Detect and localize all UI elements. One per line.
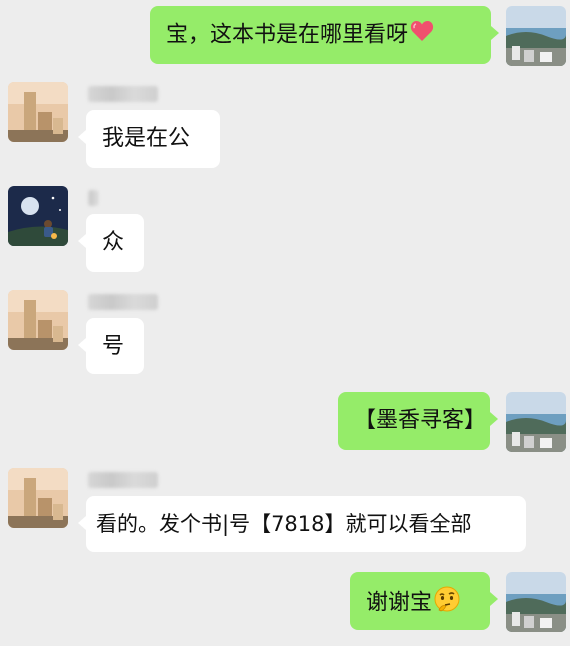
message-bubble-outgoing[interactable]: 【墨香寻客】 <box>338 392 498 450</box>
message-text: 众 <box>102 230 125 255</box>
avatar-contact[interactable] <box>8 468 68 528</box>
contact-name-blurred <box>88 294 158 310</box>
heart-icon <box>410 20 434 51</box>
thinking-face-icon <box>434 586 460 621</box>
contact-name-blurred <box>88 190 98 206</box>
avatar-contact[interactable] <box>8 82 68 142</box>
message-text: 【墨香寻客】 <box>354 408 487 433</box>
message-text: 看的。发个书|号【7818】就可以看全部 <box>96 512 472 536</box>
message-text: 我是在公 <box>102 126 191 151</box>
avatar-self[interactable] <box>506 392 566 452</box>
message-bubble-incoming[interactable]: 众 <box>78 214 144 272</box>
message-bubble-outgoing[interactable]: 宝，这本书是在哪里看呀 <box>150 6 499 64</box>
message-bubble-incoming[interactable]: 我是在公 <box>78 110 220 168</box>
contact-name-blurred <box>88 86 158 102</box>
message-text: 宝，这本书是在哪里看呀 <box>166 22 409 48</box>
avatar-contact-night[interactable] <box>8 186 68 246</box>
contact-name-blurred <box>88 472 158 488</box>
message-bubble-incoming[interactable]: 号 <box>78 318 144 374</box>
avatar-self[interactable] <box>506 6 566 66</box>
message-bubble-incoming[interactable]: 看的。发个书|号【7818】就可以看全部 <box>78 496 526 552</box>
message-text: 谢谢宝 <box>366 590 433 616</box>
message-text: 号 <box>102 334 125 359</box>
avatar-contact[interactable] <box>8 290 68 350</box>
message-bubble-outgoing[interactable]: 谢谢宝 <box>350 572 498 630</box>
avatar-self[interactable] <box>506 572 566 632</box>
